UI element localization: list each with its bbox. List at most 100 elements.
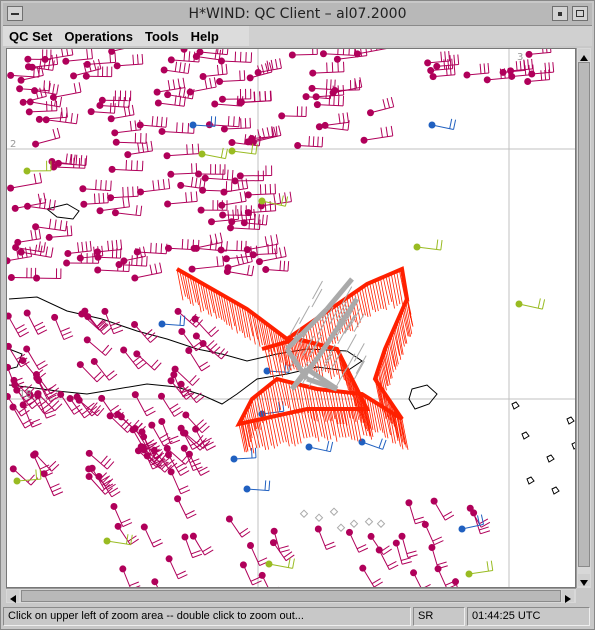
observation-dot — [25, 108, 33, 116]
wind-barb-flag — [449, 65, 452, 76]
observation-dot — [131, 320, 139, 328]
wind-barb-flag — [169, 403, 179, 410]
wind-barb-flag — [278, 545, 289, 550]
wind-barb-flag — [150, 359, 159, 368]
wind-barb-flag — [342, 119, 345, 130]
observation-dot — [136, 121, 144, 129]
aircraft-barb — [297, 410, 305, 439]
title-bar[interactable]: H*WIND: QC Client – al07.2000 — [3, 3, 592, 26]
wind-barb-flag — [140, 205, 143, 216]
vertical-scroll-thumb[interactable] — [578, 62, 590, 567]
wind-barb-flag — [35, 469, 38, 480]
wind-barb-staff — [224, 127, 251, 130]
menu-operations[interactable]: Operations — [58, 29, 139, 44]
scroll-left-icon[interactable] — [7, 590, 19, 603]
wind-barb-flag — [187, 123, 190, 134]
observation-dot — [94, 266, 102, 274]
wind-barb-flag — [241, 531, 251, 538]
wind-barb-staff — [258, 67, 282, 73]
horizontal-scrollbar[interactable] — [6, 588, 576, 603]
observation-dot — [288, 51, 296, 59]
wind-barb-flag — [283, 260, 286, 271]
wind-barb-staff — [161, 421, 172, 444]
wind-barb-flag — [257, 557, 268, 563]
wind-barb-flag — [257, 214, 260, 225]
wind-barb-flag — [283, 246, 287, 257]
wind-barb-flag — [204, 549, 214, 556]
wind-barb-flag — [188, 51, 191, 62]
wind-barb-staff — [230, 227, 260, 231]
wind-barb-staff — [357, 49, 387, 55]
wind-barb-flag — [132, 54, 135, 65]
observation-dot — [201, 174, 209, 182]
observation-dot — [525, 50, 533, 58]
minimize-icon[interactable] — [552, 6, 568, 21]
wind-barb-flag — [151, 116, 154, 127]
observation-dot — [167, 468, 175, 476]
wind-barb-flag — [137, 186, 139, 197]
wind-barb-flag — [157, 179, 160, 190]
observation-dot — [76, 254, 84, 262]
horizontal-scroll-thumb[interactable] — [21, 590, 561, 602]
wind-barb-flag — [358, 547, 369, 553]
wind-barb-flag — [109, 102, 112, 113]
wind-barb-flag — [178, 485, 189, 491]
wind-barb-flag — [181, 238, 184, 250]
menu-tools[interactable]: Tools — [139, 29, 185, 44]
wind-observation-plot[interactable] — [7, 49, 576, 588]
aircraft-barb — [315, 408, 323, 437]
wind-barb-flag — [278, 125, 282, 136]
wind-barb-flag — [127, 196, 130, 207]
wind-barb-flag — [217, 348, 225, 357]
wind-barb-flag — [159, 262, 163, 273]
wind-barb-flag — [195, 419, 204, 427]
scroll-right-icon[interactable] — [562, 590, 574, 603]
menu-qc-set[interactable]: QC Set — [3, 29, 58, 44]
wind-barb-flag — [183, 62, 186, 73]
observation-dot — [32, 140, 40, 148]
wind-barb-flag — [160, 243, 163, 254]
wind-barb-flag — [110, 404, 119, 412]
wind-barb-flag — [387, 561, 397, 567]
wind-barb-flag — [154, 263, 158, 274]
vertical-scrollbar[interactable] — [576, 48, 591, 588]
observation-dot — [208, 218, 216, 226]
observation-dot — [83, 336, 91, 344]
wind-barb-flag — [85, 241, 88, 252]
wind-barb-flag — [146, 141, 149, 152]
menu-help[interactable]: Help — [185, 29, 225, 44]
wind-map-canvas[interactable]: 3 2 18 — [6, 48, 576, 588]
wind-barb-flag — [59, 96, 63, 107]
wind-barb-flag — [97, 407, 105, 417]
wind-barb-flag — [261, 128, 266, 139]
observation-dot — [140, 446, 148, 454]
maximize-icon[interactable] — [572, 6, 588, 21]
wind-barb-flag — [480, 530, 491, 535]
wind-barb-staff — [35, 137, 61, 145]
wind-barb-flag — [250, 576, 261, 582]
wind-barb-flag — [106, 461, 115, 470]
observation-dot — [165, 555, 173, 563]
wind-barb-flag — [325, 88, 328, 99]
wind-barb-flag — [129, 120, 132, 131]
wind-barb-staff — [114, 129, 141, 134]
observation-dot — [35, 115, 43, 123]
observation-dot — [294, 142, 302, 150]
wind-barb-flag — [174, 95, 177, 106]
observation-dot — [421, 521, 429, 529]
wind-barb-flag — [131, 255, 133, 266]
wind-barb-flag — [330, 79, 332, 90]
scroll-down-icon[interactable] — [578, 574, 590, 586]
aircraft-barb — [276, 344, 283, 378]
wind-barb-flag — [47, 59, 51, 70]
wind-barb-flag — [346, 112, 349, 123]
wind-barb-flag — [550, 49, 552, 53]
wind-barb-flag — [101, 245, 104, 256]
wind-barb-flag — [289, 191, 292, 202]
wind-barb-staff — [7, 315, 21, 338]
wind-barb-staff — [363, 135, 393, 141]
wind-barb-staff — [219, 79, 245, 83]
wind-barb-flag — [389, 564, 399, 571]
scroll-up-icon[interactable] — [578, 49, 590, 61]
observation-dot — [424, 59, 432, 67]
